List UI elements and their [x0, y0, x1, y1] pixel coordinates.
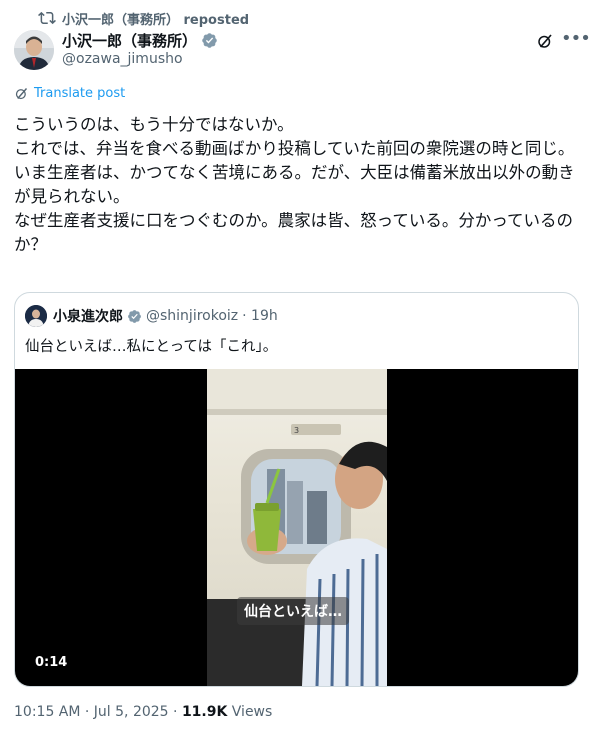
repost-label: 小沢一郎（事務所） reposted — [62, 12, 250, 28]
video-frame: 3 — [207, 369, 387, 686]
repost-icon — [38, 11, 56, 25]
author-avatar[interactable] — [14, 30, 54, 70]
verified-badge-icon — [128, 309, 141, 323]
grok-icon[interactable] — [536, 32, 554, 50]
quoted-post[interactable]: 小泉進次郎 @shinjirokoiz · 19h 仙台といえば…私にとっては「… — [14, 292, 579, 687]
video-player[interactable]: 3 仙台といえば… 0:14 — [15, 369, 578, 686]
more-options-icon[interactable]: ••• — [561, 30, 589, 52]
quoted-post-header: 小泉進次郎 @shinjirokoiz · 19h — [25, 305, 278, 327]
translate-post-link[interactable]: Translate post — [14, 86, 125, 101]
car-number: 3 — [294, 426, 299, 435]
quoted-author-name: 小泉進次郎 — [53, 309, 123, 325]
quoted-post-text: 仙台といえば…私にとっては「これ」。 — [25, 339, 278, 355]
views-label: Views — [227, 704, 273, 720]
video-duration: 0:14 — [35, 655, 68, 670]
post-meta: 10:15 AM · Jul 5, 2025 · 11.9K Views — [14, 704, 272, 720]
post-text: こういうのは、もう十分ではないか。 これでは、弁当を食べる動画ばかり投稿していた… — [14, 115, 575, 254]
post-timestamp[interactable]: 10:15 AM · Jul 5, 2025 · — [14, 704, 182, 720]
author-handle[interactable]: @ozawa_jimusho — [62, 51, 183, 67]
repost-indicator[interactable]: 小沢一郎（事務所） reposted — [38, 8, 249, 28]
translate-icon — [15, 88, 28, 100]
quoted-post-time: · 19h — [242, 308, 278, 324]
quoted-author-avatar — [25, 305, 47, 327]
quoted-author-handle: @shinjirokoiz — [146, 308, 239, 324]
author-name[interactable]: 小沢一郎（事務所） — [62, 30, 197, 51]
author-name-row[interactable]: 小沢一郎（事務所） — [62, 30, 218, 51]
views-count: 11.9K — [181, 704, 228, 720]
verified-badge-icon — [202, 33, 217, 48]
video-caption: 仙台といえば… — [237, 597, 349, 625]
translate-label[interactable]: Translate post — [34, 86, 125, 101]
